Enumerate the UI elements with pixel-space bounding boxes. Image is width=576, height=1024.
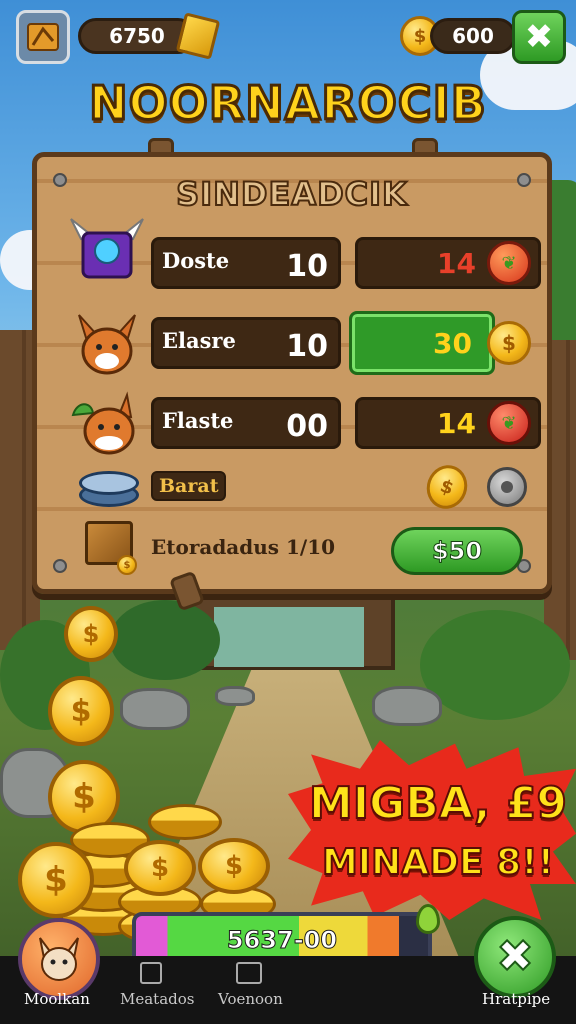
row-2-offer[interactable]: 30: [349, 311, 495, 375]
row-2-label: Elasre 10: [151, 317, 341, 369]
buy-button-label: $50: [431, 537, 483, 566]
row-1-name: Doste: [162, 248, 230, 273]
coin-icon: $: [64, 606, 118, 662]
close-button[interactable]: ✖: [512, 10, 566, 64]
winged-gem-icon[interactable]: [67, 205, 147, 285]
fox-avatar-icon: [39, 937, 79, 981]
right-counter-value: 600: [452, 24, 494, 48]
right-counter: 600: [430, 18, 516, 54]
nav-icon-1[interactable]: [140, 962, 162, 984]
row-2-right-value: 30: [433, 326, 472, 360]
rock: [120, 688, 190, 730]
confirm-button[interactable]: ✖: [474, 916, 556, 998]
coin-icon: $: [18, 842, 94, 918]
coin-icon: $: [198, 838, 270, 894]
row-2-left-value: 10: [286, 329, 328, 364]
coin-stack: [148, 804, 222, 840]
coin-icon[interactable]: $: [487, 321, 531, 365]
buy-button[interactable]: $50: [391, 527, 523, 575]
nav-label-right[interactable]: Hratpipe: [482, 990, 550, 1008]
fox-leaf-icon[interactable]: [67, 385, 147, 465]
close-icon: ✖: [524, 17, 554, 57]
map-icon: [27, 23, 59, 51]
bonus-tag: Barat: [151, 471, 227, 501]
profile-button[interactable]: [18, 918, 100, 1000]
apple-icon[interactable]: ❦: [487, 401, 531, 445]
nav-label-2[interactable]: Meatados: [120, 990, 194, 1008]
bush: [420, 610, 570, 720]
nav-label-3[interactable]: Voenoon: [218, 990, 283, 1008]
left-counter-value: 6750: [109, 24, 165, 48]
nail: [53, 559, 67, 573]
row-1-left-value: 10: [286, 249, 328, 284]
disc-stack-icon: [79, 465, 139, 511]
row-1-label: Doste 10: [151, 237, 341, 289]
apple-icon[interactable]: ❦: [487, 241, 531, 285]
drop-icon: [416, 904, 440, 934]
fox-icon[interactable]: [67, 305, 147, 385]
row-3-label: Flaste 00: [151, 397, 341, 449]
coin-icon: $: [117, 555, 137, 575]
cross-icon: ✖: [496, 931, 535, 982]
bush: [110, 600, 220, 680]
shop-board: SINDEADCIK Doste 10 14 ❦ Elasre 10 30 $ …: [32, 152, 552, 594]
row-3-right-value: 14: [437, 406, 476, 440]
nav-label-1[interactable]: Moolkan: [24, 990, 90, 1008]
nav-icon-2[interactable]: [236, 962, 262, 984]
row-3-name: Flaste: [162, 408, 234, 433]
map-button[interactable]: [16, 10, 70, 64]
game-title: NOORNAROCIB: [88, 75, 488, 132]
row-2-name: Elasre: [162, 328, 236, 353]
promo-line-1: MIGBA, £9: [308, 777, 568, 830]
toggle-knob[interactable]: [487, 467, 527, 507]
rock: [372, 686, 442, 726]
footer-text: Etoradadus 1/10: [151, 535, 336, 559]
coin-icon: $: [420, 459, 474, 515]
coin-icon: $: [48, 676, 114, 746]
promo-line-2: MINADE 8!!: [321, 841, 555, 884]
rock: [215, 686, 255, 706]
row-3-left-value: 00: [286, 409, 328, 444]
gold-crate-icon: [175, 12, 221, 60]
promo-burst[interactable]: [288, 740, 576, 920]
row-1-right-value: 14: [437, 246, 476, 280]
progress-text: 5637-00: [226, 926, 338, 955]
coin-icon: $: [124, 840, 196, 896]
